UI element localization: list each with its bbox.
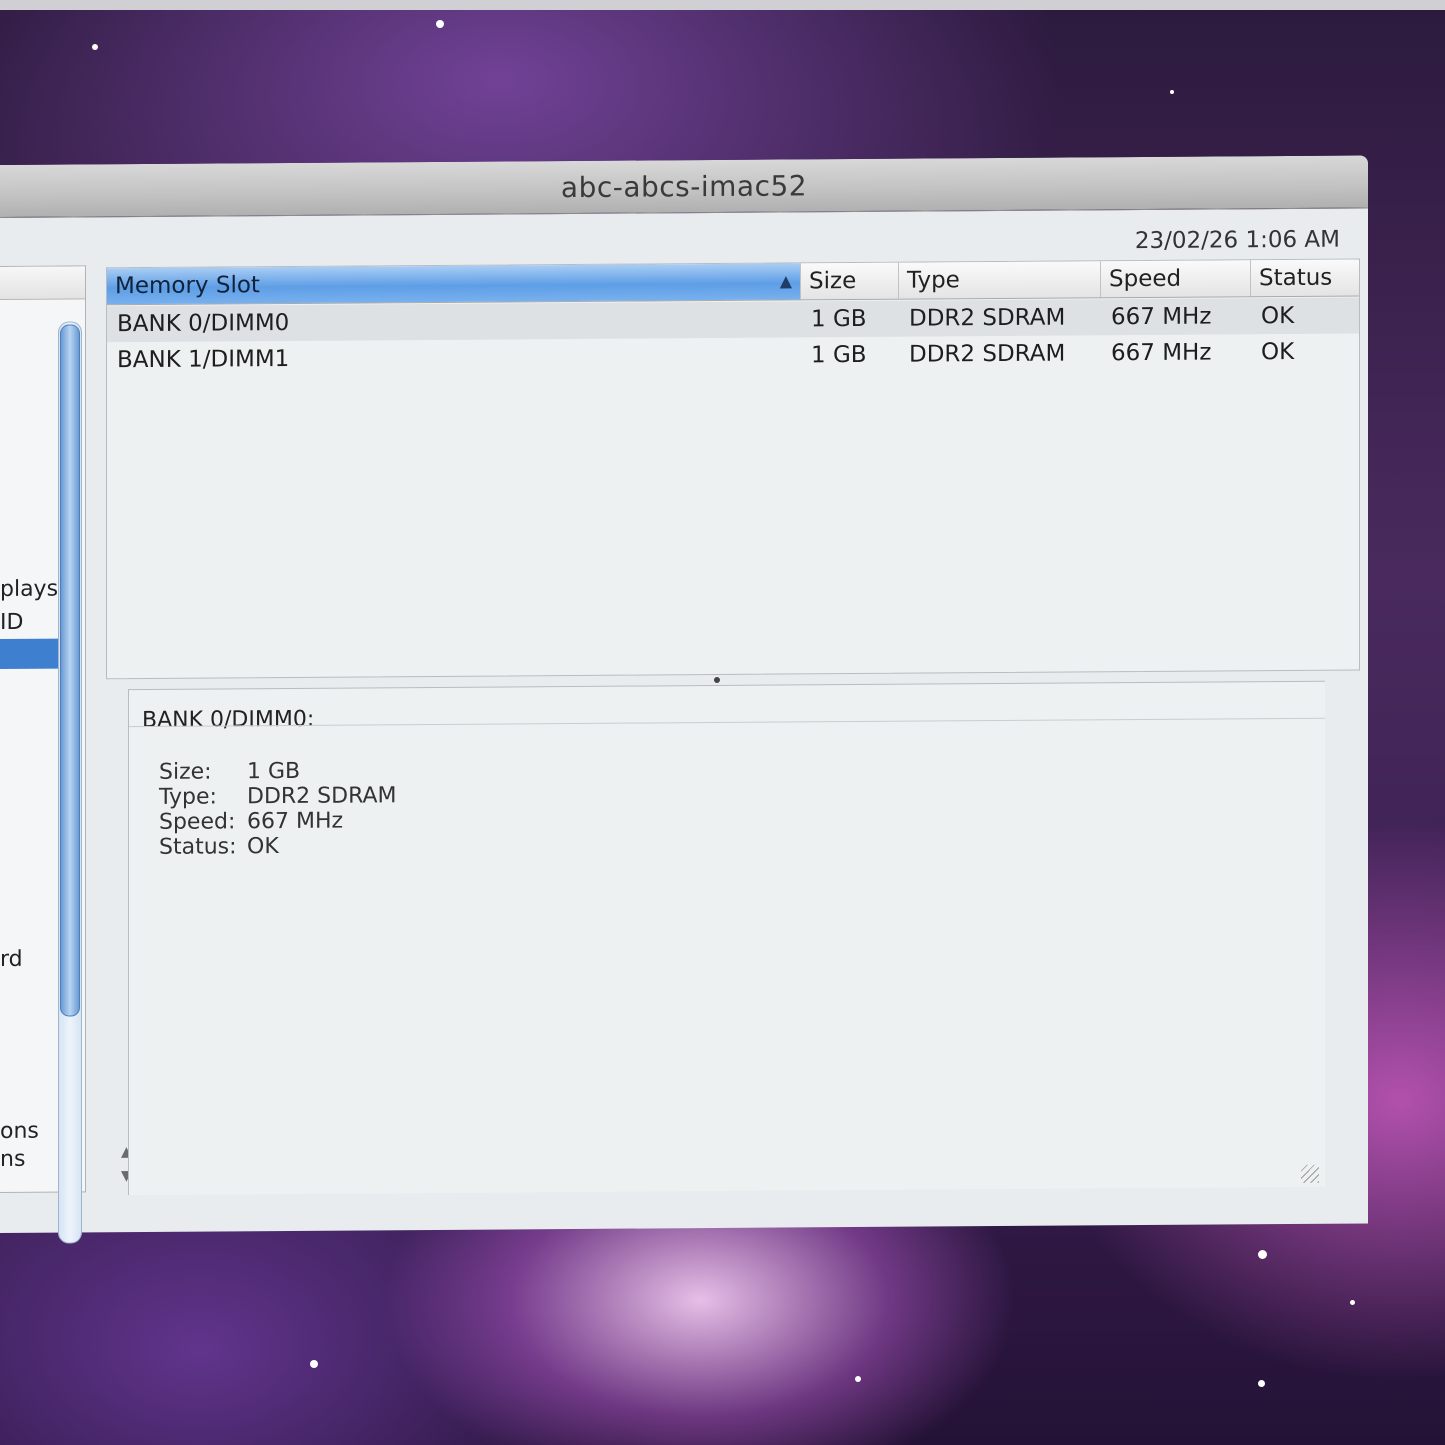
cell-status: OK xyxy=(1261,302,1295,330)
window-content: 23/02/26 1:06 AM plays ID rd ons ns ▲ ▼ … xyxy=(0,208,1368,1244)
cell-type: DDR2 SDRAM xyxy=(909,340,1066,368)
sidebar-item-displays[interactable]: plays xyxy=(0,577,58,602)
column-speed[interactable]: Speed xyxy=(1101,260,1251,298)
cell-speed: 667 MHz xyxy=(1111,303,1212,331)
star xyxy=(310,1360,318,1368)
sort-ascending-icon: ▲ xyxy=(779,271,792,291)
detail-pane: BANK 0/DIMM0: Size: 1 GB Type: DDR2 SDRA… xyxy=(128,680,1325,1196)
column-type[interactable]: Type xyxy=(899,261,1101,299)
column-status[interactable]: Status xyxy=(1251,260,1359,297)
detail-label-type: Type: xyxy=(159,784,217,810)
menu-bar-edge xyxy=(0,0,1445,10)
cell-type: DDR2 SDRAM xyxy=(909,304,1066,332)
column-label: Memory Slot xyxy=(115,272,260,300)
detail-value-status: OK xyxy=(247,834,279,860)
star xyxy=(1258,1250,1267,1259)
cell-speed: 667 MHz xyxy=(1111,339,1212,367)
cell-size: 1 GB xyxy=(811,305,867,333)
cell-slot: BANK 0/DIMM0 xyxy=(117,309,290,338)
star xyxy=(92,44,98,50)
system-profiler-window: abc-abcs-imac52 23/02/26 1:06 AM plays I… xyxy=(0,155,1368,1244)
star xyxy=(1258,1380,1265,1387)
star xyxy=(855,1376,861,1382)
resize-grip-icon[interactable] xyxy=(1301,1164,1319,1183)
star xyxy=(436,20,444,28)
column-size[interactable]: Size xyxy=(801,262,899,300)
detail-title: BANK 0/DIMM0: xyxy=(142,706,315,734)
detail-value-speed: 667 MHz xyxy=(247,808,344,835)
detail-label-speed: Speed: xyxy=(159,809,236,835)
sidebar-item-rd[interactable]: rd xyxy=(0,947,23,972)
detail-value-size: 1 GB xyxy=(247,758,301,785)
column-memory-slot[interactable]: Memory Slot ▲ xyxy=(107,263,801,305)
datetime-label: 23/02/26 1:06 AM xyxy=(1134,226,1340,255)
sidebar-scroll-thumb[interactable] xyxy=(60,324,80,1017)
sidebar-item-id[interactable]: ID xyxy=(0,610,23,635)
detail-value-type: DDR2 SDRAM xyxy=(247,783,397,810)
memory-table: Memory Slot ▲ Size Type Speed Status BAN… xyxy=(106,258,1360,680)
window-titlebar[interactable]: abc-abcs-imac52 xyxy=(0,155,1368,218)
detail-label-status: Status: xyxy=(159,834,237,860)
window-title: abc-abcs-imac52 xyxy=(560,169,808,205)
star xyxy=(1170,90,1174,94)
detail-label-size: Size: xyxy=(159,759,212,785)
cell-slot: BANK 1/DIMM1 xyxy=(117,345,290,374)
splitter-grip-icon xyxy=(714,676,720,684)
contents-sidebar[interactable]: plays ID rd ons ns ▲ ▼ xyxy=(0,265,132,1244)
cell-status: OK xyxy=(1261,338,1295,366)
cell-size: 1 GB xyxy=(811,341,867,369)
sidebar-item-ns[interactable]: ns xyxy=(0,1147,25,1172)
table-row[interactable]: BANK 1/DIMM1 1 GB DDR2 SDRAM 667 MHz OK xyxy=(107,334,1359,379)
sidebar-header xyxy=(0,266,85,300)
sidebar-item-ons[interactable]: ons xyxy=(0,1119,39,1144)
star xyxy=(1350,1300,1355,1305)
